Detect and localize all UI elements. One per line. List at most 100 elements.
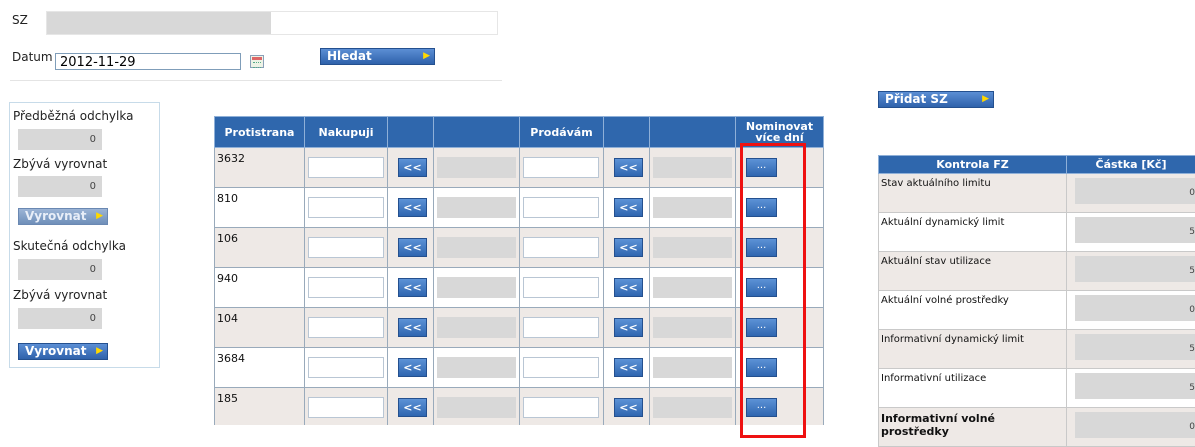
counterparty-cell: 106	[215, 228, 305, 268]
sell-input[interactable]	[523, 277, 599, 298]
control-table: Kontrola FZ Částka [Kč] Stav aktuálního …	[878, 155, 1195, 447]
calendar-icon[interactable]	[250, 55, 264, 68]
column-header: Prodávám	[520, 117, 604, 148]
copy-buy-button[interactable]: <<	[398, 198, 427, 217]
copy-buy-button[interactable]: <<	[398, 278, 427, 297]
control-item-name: Informativní utilizace	[879, 369, 1067, 408]
copy-buy-button[interactable]: <<	[398, 158, 427, 177]
table-row: Aktuální volné prostředky0	[879, 291, 1195, 330]
sell-input[interactable]	[523, 157, 599, 178]
table-row: 3632<<<<...	[215, 148, 824, 188]
date-label: Datum	[12, 50, 53, 64]
sell-value	[653, 357, 732, 378]
amount-value: 5	[1189, 383, 1195, 393]
sell-copy-cell: <<	[604, 268, 650, 308]
settle-button[interactable]: Vyrovnat ▶	[18, 343, 108, 360]
sell-copy-cell: <<	[604, 188, 650, 228]
sz-select[interactable]	[46, 11, 498, 35]
sell-value-cell	[650, 188, 736, 228]
buy-input[interactable]	[308, 397, 384, 418]
sell-value-cell	[650, 308, 736, 348]
buy-value	[437, 397, 516, 418]
sell-copy-cell: <<	[604, 388, 650, 426]
copy-sell-button[interactable]: <<	[614, 158, 643, 177]
copy-sell-button[interactable]: <<	[614, 238, 643, 257]
amount-value: 0	[1189, 188, 1195, 198]
search-button-label: Hledat	[327, 49, 372, 63]
buy-copy-cell: <<	[388, 388, 434, 426]
buy-input[interactable]	[308, 157, 384, 178]
counterparty-cell: 3632	[215, 148, 305, 188]
control-item-name: Informativní dynamický limit	[879, 330, 1067, 369]
sell-input[interactable]	[523, 317, 599, 338]
buy-value	[437, 197, 516, 218]
sell-copy-cell: <<	[604, 228, 650, 268]
buy-input[interactable]	[308, 357, 384, 378]
amount-cell: 5	[1067, 252, 1195, 291]
buy-copy-cell: <<	[388, 188, 434, 228]
buy-cell	[305, 388, 388, 426]
table-row: Aktuální stav utilizace5	[879, 252, 1195, 291]
date-input[interactable]: 2012-11-29	[55, 53, 241, 70]
table-row: Informativní dynamický limit5	[879, 330, 1195, 369]
buy-value-cell	[434, 388, 520, 426]
amount-cell: 0	[1067, 408, 1195, 447]
buy-value	[437, 277, 516, 298]
arrow-right-icon: ▶	[982, 92, 989, 107]
sell-input[interactable]	[523, 357, 599, 378]
remaining-value: 0	[18, 308, 102, 329]
counterparty-cell: 810	[215, 188, 305, 228]
table-row: Informativní utilizace 5	[879, 369, 1195, 408]
amount-box	[1075, 373, 1195, 399]
column-header	[434, 117, 520, 148]
copy-buy-button[interactable]: <<	[398, 238, 427, 257]
control-item-name: Informativní volné prostředky	[879, 408, 1067, 447]
table-row: 3684<<<<...	[215, 348, 824, 388]
buy-input[interactable]	[308, 277, 384, 298]
buy-input[interactable]	[308, 197, 384, 218]
amount-box	[1075, 217, 1195, 243]
copy-sell-button[interactable]: <<	[614, 198, 643, 217]
sell-input[interactable]	[523, 237, 599, 258]
buy-value	[437, 357, 516, 378]
nomination-grid: Protistrana Nakupuji Prodávám Nominovat …	[214, 116, 824, 425]
prelim-deviation-value: 0	[18, 129, 102, 150]
copy-sell-button[interactable]: <<	[614, 358, 643, 377]
sell-value	[653, 317, 732, 338]
settle-button[interactable]: Vyrovnat ▶	[18, 208, 108, 225]
table-row: 185<<<<...	[215, 388, 824, 426]
buy-copy-cell: <<	[388, 308, 434, 348]
copy-buy-button[interactable]: <<	[398, 358, 427, 377]
buy-cell	[305, 228, 388, 268]
add-sz-button[interactable]: Přidat SZ ▶	[878, 91, 994, 108]
sell-input[interactable]	[523, 197, 599, 218]
deviation-panel: Předběžná odchylka 0 Zbývá vyrovnat 0 Vy…	[9, 102, 160, 368]
buy-value-cell	[434, 308, 520, 348]
sz-select-fill	[47, 12, 271, 34]
sell-input[interactable]	[523, 397, 599, 418]
copy-buy-button[interactable]: <<	[398, 318, 427, 337]
amount-value: 5	[1189, 266, 1195, 276]
counterparty-cell: 940	[215, 268, 305, 308]
amount-cell: 0	[1067, 174, 1195, 213]
control-header-row: Kontrola FZ Částka [Kč]	[879, 156, 1195, 174]
buy-value-cell	[434, 268, 520, 308]
copy-sell-button[interactable]: <<	[614, 398, 643, 417]
buy-cell	[305, 268, 388, 308]
arrow-right-icon: ▶	[423, 49, 430, 64]
copy-buy-button[interactable]: <<	[398, 398, 427, 417]
sell-cell	[520, 388, 604, 426]
counterparty-cell: 185	[215, 388, 305, 426]
buy-input[interactable]	[308, 237, 384, 258]
column-header	[604, 117, 650, 148]
remaining-label: Zbývá vyrovnat	[13, 288, 107, 302]
buy-input[interactable]	[308, 317, 384, 338]
arrow-right-icon: ▶	[96, 209, 103, 224]
sell-copy-cell: <<	[604, 348, 650, 388]
column-header	[388, 117, 434, 148]
highlight-box	[740, 143, 806, 438]
copy-sell-button[interactable]: <<	[614, 278, 643, 297]
search-button[interactable]: Hledat ▶	[320, 48, 435, 65]
copy-sell-button[interactable]: <<	[614, 318, 643, 337]
table-row: Aktuální dynamický limit5	[879, 213, 1195, 252]
